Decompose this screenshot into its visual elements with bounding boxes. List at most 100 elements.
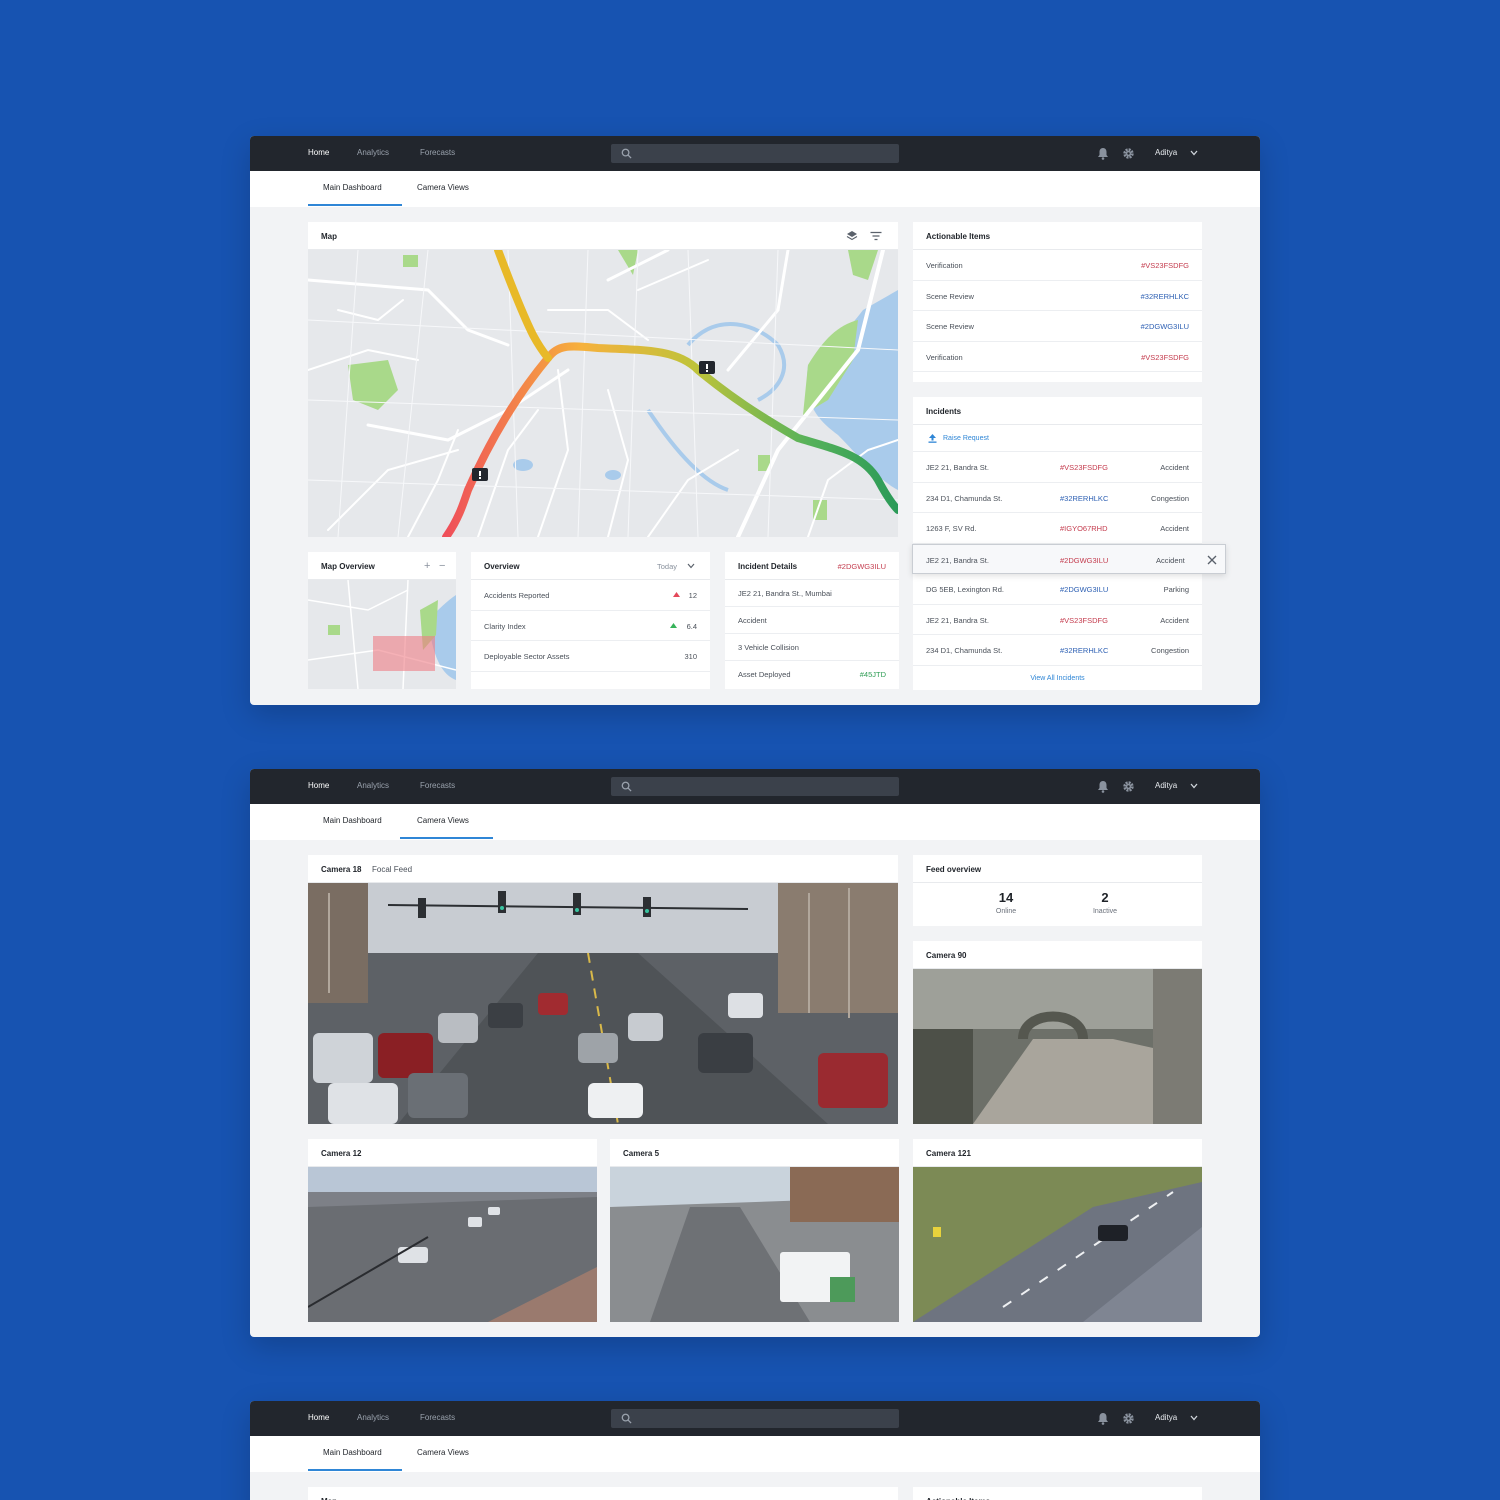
- overview-label: Accidents Reported: [484, 591, 550, 600]
- tab-main-dashboard[interactable]: Main Dashboard: [323, 816, 382, 825]
- zoom-out-button[interactable]: −: [439, 560, 445, 572]
- camera-card: Camera 90: [913, 941, 1202, 1124]
- zoom-in-button[interactable]: +: [424, 560, 430, 572]
- actionable-row[interactable]: Scene Review #2DGWG3ILU: [913, 311, 1202, 342]
- gear-icon[interactable]: [1122, 1412, 1135, 1425]
- incident-id[interactable]: #VS23FSDFG: [1060, 616, 1108, 625]
- actionable-row[interactable]: Scene Review #32RERHLKC: [913, 281, 1202, 311]
- camera-feed[interactable]: [913, 969, 1202, 1124]
- incident-id[interactable]: #32RERHLKC: [1060, 646, 1108, 655]
- tab-camera-views[interactable]: Camera Views: [417, 1448, 469, 1457]
- search-icon: [621, 781, 632, 792]
- incident-row[interactable]: 234 D1, Chamunda St. #32RERHLKC Congestion: [913, 635, 1202, 666]
- overview-title: Overview: [484, 562, 520, 571]
- actionable-id[interactable]: #VS23FSDFG: [1141, 261, 1189, 270]
- bell-icon[interactable]: [1097, 780, 1109, 793]
- nav-forecasts[interactable]: Forecasts: [420, 1413, 455, 1422]
- incident-details-card: Incident Details #2DGWG3ILU JE2 21, Band…: [725, 552, 899, 689]
- search-bar[interactable]: [611, 144, 899, 163]
- incident-id[interactable]: #2DGWG3ILU: [1060, 556, 1108, 565]
- view-all-row: View All Incidents: [913, 666, 1202, 691]
- tab-main-dashboard[interactable]: Main Dashboard: [323, 183, 382, 192]
- actionable-id[interactable]: #2DGWG3ILU: [1141, 322, 1189, 331]
- camera-card-header: Camera 5: [610, 1139, 899, 1167]
- incident-marker-icon[interactable]: [472, 468, 488, 481]
- layers-icon[interactable]: [846, 230, 858, 242]
- bell-icon[interactable]: [1097, 1412, 1109, 1425]
- tab-camera-views[interactable]: Camera Views: [417, 183, 469, 192]
- camera-title: Camera 12: [321, 1149, 362, 1158]
- incidents-title: Incidents: [926, 407, 962, 416]
- map-overview-header: Map Overview + −: [308, 552, 456, 580]
- overview-label: Deployable Sector Assets: [484, 652, 570, 661]
- actionable-row[interactable]: Verification #VS23FSDFG: [913, 250, 1202, 281]
- top-navbar: Home Analytics Forecasts Aditya: [250, 769, 1260, 804]
- incident-details-id[interactable]: #2DGWG3ILU: [838, 562, 886, 571]
- camera-card: Camera 121: [913, 1139, 1202, 1322]
- camera-feed[interactable]: [308, 1167, 597, 1322]
- actionable-id[interactable]: #32RERHLKC: [1141, 292, 1189, 301]
- nav-home[interactable]: Home: [308, 781, 329, 790]
- camera-card-header: Camera 12: [308, 1139, 597, 1167]
- nav-home[interactable]: Home: [308, 148, 329, 157]
- search-input[interactable]: [639, 146, 889, 161]
- chevron-down-icon[interactable]: [687, 563, 695, 569]
- incident-row[interactable]: JE2 21, Bandra St. #VS23FSDFG Accident: [913, 605, 1202, 635]
- traffic-map[interactable]: [308, 250, 898, 537]
- chevron-down-icon[interactable]: [1190, 150, 1198, 156]
- incident-row-selected[interactable]: JE2 21, Bandra St. #2DGWG3ILU Accident: [912, 543, 1226, 574]
- chevron-down-icon[interactable]: [1190, 1415, 1198, 1421]
- nav-analytics[interactable]: Analytics: [357, 1413, 389, 1422]
- camera-title: Camera 5: [623, 1149, 660, 1158]
- camera-card: Camera 12: [308, 1139, 597, 1322]
- raise-request-link[interactable]: Raise Request: [943, 435, 989, 442]
- nav-home[interactable]: Home: [308, 1413, 329, 1422]
- focal-feed-card: Camera 18 Focal Feed: [308, 855, 898, 1124]
- actionable-header: Actionable Items: [913, 222, 1202, 250]
- camera-views-screen: Home Analytics Forecasts Aditya Main Das…: [250, 769, 1260, 1337]
- incident-id[interactable]: #32RERHLKC: [1060, 494, 1108, 503]
- incident-id[interactable]: #2DGWG3ILU: [1060, 585, 1108, 594]
- gear-icon[interactable]: [1122, 147, 1135, 160]
- camera-feed[interactable]: [610, 1167, 899, 1322]
- actionable-row[interactable]: Verification #VS23FSDFG: [913, 342, 1202, 372]
- search-input[interactable]: [639, 1411, 889, 1426]
- tab-camera-views[interactable]: Camera Views: [417, 816, 469, 825]
- bell-icon[interactable]: [1097, 147, 1109, 160]
- incident-id[interactable]: #IGYO67RHD: [1060, 524, 1108, 533]
- incident-id[interactable]: #VS23FSDFG: [1060, 463, 1108, 472]
- search-input[interactable]: [639, 779, 889, 794]
- user-name[interactable]: Aditya: [1155, 148, 1177, 157]
- mini-map[interactable]: [308, 580, 456, 689]
- detail-asset-id[interactable]: #45JTD: [860, 670, 886, 679]
- chevron-down-icon[interactable]: [1190, 783, 1198, 789]
- incident-row[interactable]: 1263 F, SV Rd. #IGYO67RHD Accident: [913, 513, 1202, 544]
- search-bar[interactable]: [611, 777, 899, 796]
- gear-icon[interactable]: [1122, 780, 1135, 793]
- user-name[interactable]: Aditya: [1155, 781, 1177, 790]
- search-bar[interactable]: [611, 1409, 899, 1428]
- incident-row[interactable]: JE2 21, Bandra St. #VS23FSDFG Accident: [913, 452, 1202, 483]
- period-select[interactable]: Today: [657, 562, 677, 571]
- user-name[interactable]: Aditya: [1155, 1413, 1177, 1422]
- nav-forecasts[interactable]: Forecasts: [420, 148, 455, 157]
- incident-row[interactable]: DG 5EB, Lexington Rd. #2DGWG3ILU Parking: [913, 574, 1202, 605]
- tab-main-dashboard[interactable]: Main Dashboard: [323, 1448, 382, 1457]
- viewport-highlight[interactable]: [373, 636, 435, 671]
- active-tab-underline: [308, 1469, 402, 1471]
- filter-icon[interactable]: [870, 231, 882, 241]
- view-all-incidents-link[interactable]: View All Incidents: [913, 675, 1202, 682]
- close-icon[interactable]: [1207, 555, 1217, 565]
- camera-title: Camera 121: [926, 1149, 971, 1158]
- active-tab-underline: [400, 837, 493, 839]
- incident-row[interactable]: 234 D1, Chamunda St. #32RERHLKC Congestion: [913, 483, 1202, 513]
- actionable-id[interactable]: #VS23FSDFG: [1141, 353, 1189, 362]
- nav-forecasts[interactable]: Forecasts: [420, 781, 455, 790]
- focal-camera-feed[interactable]: [308, 883, 898, 1124]
- actionable-header: Actionable Items: [913, 1487, 1202, 1500]
- nav-analytics[interactable]: Analytics: [357, 781, 389, 790]
- camera-feed[interactable]: [913, 1167, 1202, 1322]
- raise-request-row[interactable]: Raise Request: [913, 425, 1202, 452]
- nav-analytics[interactable]: Analytics: [357, 148, 389, 157]
- incident-marker-icon[interactable]: [699, 361, 715, 374]
